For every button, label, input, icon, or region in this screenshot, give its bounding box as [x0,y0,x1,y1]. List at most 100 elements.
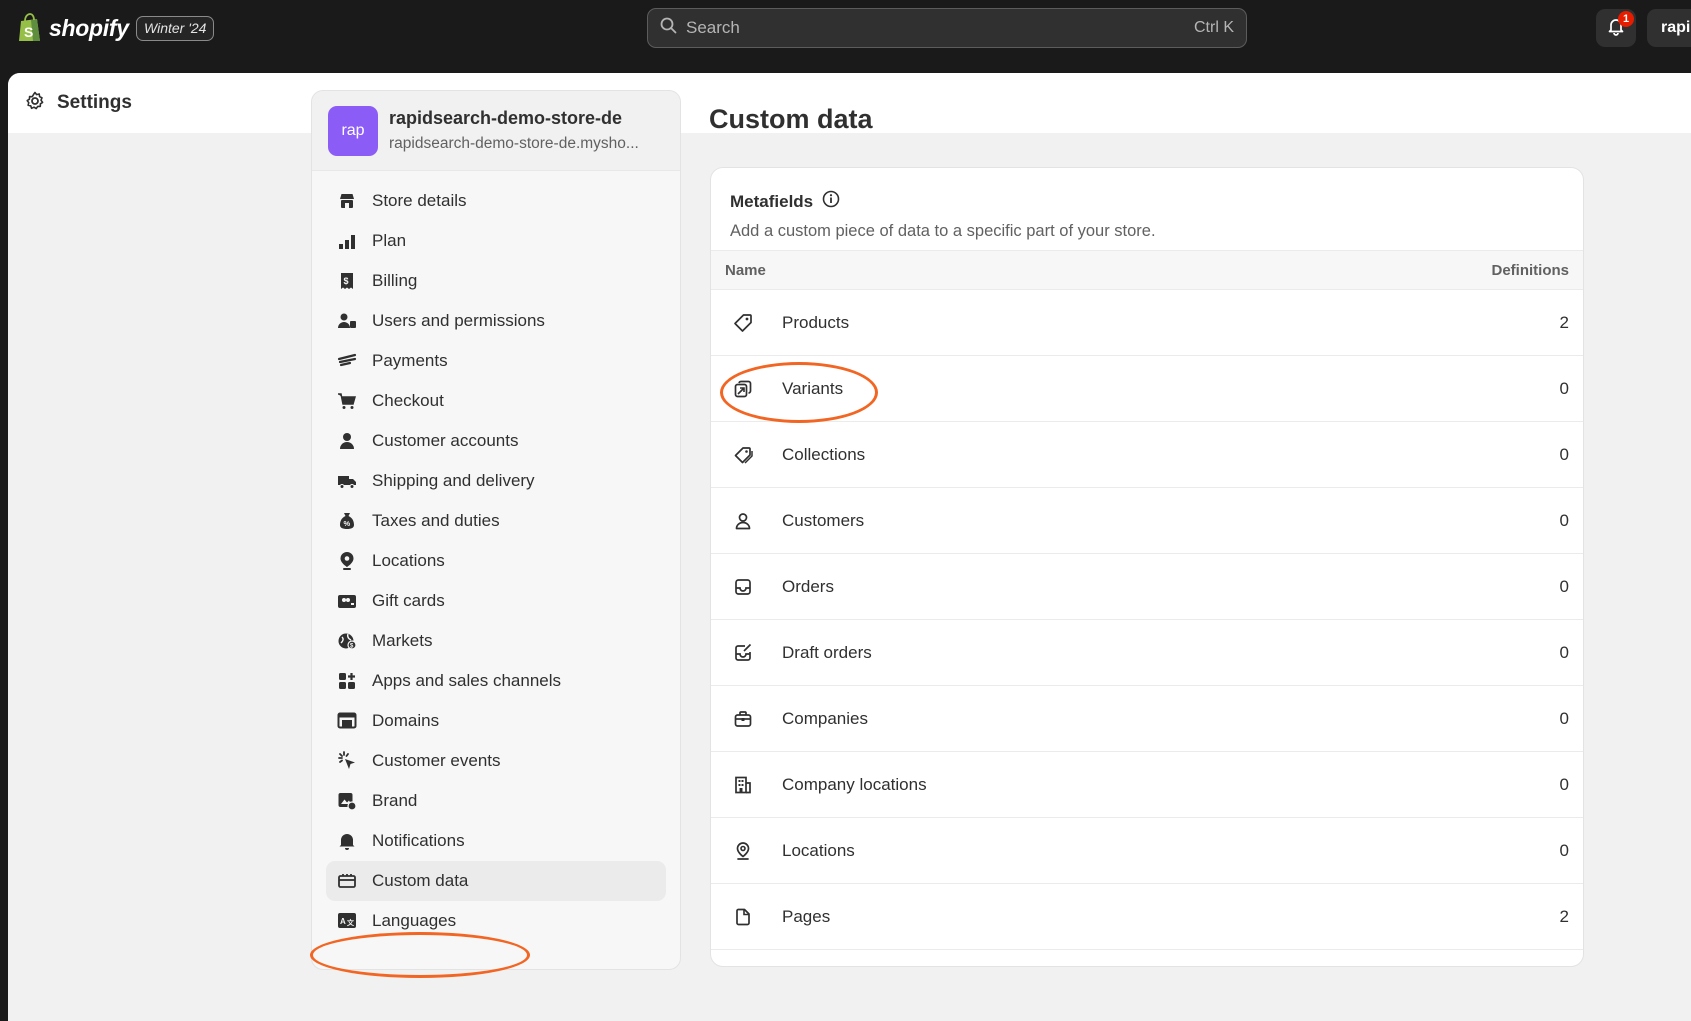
users-icon [336,310,358,332]
sidebar-item-domains[interactable]: Domains [326,701,666,741]
search-shortcut-hint: Ctrl K [1194,19,1234,36]
collection-icon [732,444,754,466]
column-header-definitions: Definitions [1491,261,1570,279]
metafield-row-variants[interactable]: Variants 0 [711,356,1583,422]
sidebar-item-markets[interactable]: $ Markets [326,621,666,661]
svg-text:文: 文 [347,918,355,927]
location-pin-icon [336,550,358,572]
tax-icon: % [336,510,358,532]
page-icon [732,906,754,928]
tag-icon [732,312,754,334]
sidebar-item-apps[interactable]: Apps and sales channels [326,661,666,701]
sidebar-item-shipping[interactable]: Shipping and delivery [326,461,666,501]
sidebar-item-checkout[interactable]: Checkout [326,381,666,421]
row-label: Products [782,312,850,332]
truck-icon [336,470,358,492]
metafield-row-draft-orders[interactable]: Draft orders 0 [711,620,1583,686]
row-count: 0 [1559,642,1569,662]
search-bar[interactable]: Ctrl K [647,8,1247,48]
row-label: Customers [782,510,865,530]
row-count: 2 [1559,312,1569,332]
metafield-row-collections[interactable]: Collections 0 [711,422,1583,488]
sidebar-item-locations[interactable]: Locations [326,541,666,581]
variant-icon [732,378,754,400]
metafield-row-pages[interactable]: Pages 2 [711,884,1583,950]
inbox-icon [732,576,754,598]
sidebar-item-label: Billing [372,271,418,290]
shopify-logo[interactable]: S shopify [17,13,129,43]
table-header: Name Definitions [711,250,1583,290]
brand-icon [336,790,358,812]
row-label: Collections [782,444,866,464]
store-icon [336,190,358,212]
sidebar-item-label: Custom data [372,871,469,890]
bell-icon [336,830,358,852]
metafield-row-locations[interactable]: Locations 0 [711,818,1583,884]
metafield-row-companies[interactable]: Companies 0 [711,686,1583,752]
row-count: 0 [1559,444,1569,464]
top-bar: S shopify Winter '24 Ctrl K 1 rapi [0,0,1691,62]
store-card[interactable]: rap rapidsearch-demo-store-de rapidsearc… [312,91,680,171]
sidebar-item-customer-events[interactable]: Customer events [326,741,666,781]
row-count: 0 [1559,576,1569,596]
sidebar-item-gift-cards[interactable]: Gift cards [326,581,666,621]
sidebar-item-brand[interactable]: Brand [326,781,666,821]
draft-order-icon [732,642,754,664]
sidebar-item-label: Domains [372,711,440,730]
cart-icon [336,390,358,412]
metafield-row-products[interactable]: Products 2 [711,290,1583,356]
sidebar-item-plan[interactable]: Plan [326,221,666,261]
svg-text:$: $ [344,276,349,286]
store-name: rapidsearch-demo-store-de [389,108,623,128]
plan-icon [336,230,358,252]
metafield-row-customers[interactable]: Customers 0 [711,488,1583,554]
sidebar-item-label: Taxes and duties [372,511,500,530]
custom-data-icon [336,870,358,892]
sidebar-item-languages[interactable]: A文 Languages [326,901,666,941]
user-menu-button[interactable]: rapi [1647,9,1691,47]
info-icon[interactable] [822,190,840,213]
svg-text:%: % [344,519,351,528]
metafields-subtitle: Add a custom piece of data to a specific… [730,222,1156,240]
row-count: 0 [1559,774,1569,794]
row-count: 2 [1559,906,1569,926]
row-label: Company locations [782,774,927,794]
sidebar-item-customer-accounts[interactable]: Customer accounts [326,421,666,461]
sidebar-item-payments[interactable]: Payments [326,341,666,381]
version-badge[interactable]: Winter '24 [136,16,215,41]
row-count: 0 [1559,378,1569,398]
metafield-row-orders[interactable]: Orders 0 [711,554,1583,620]
sidebar-item-label: Shipping and delivery [372,471,535,490]
notifications-button[interactable]: 1 [1596,9,1636,47]
sidebar-item-label: Customer events [372,751,501,770]
sidebar-item-label: Plan [372,231,407,250]
settings-sidebar: rap rapidsearch-demo-store-de rapidsearc… [311,90,681,970]
sidebar-item-notifications[interactable]: Notifications [326,821,666,861]
gift-card-icon [336,590,358,612]
store-avatar: rap [328,105,378,156]
page-title: Settings [57,92,132,113]
billing-icon: $ [336,270,358,292]
sidebar-item-billing[interactable]: $ Billing [326,261,666,301]
search-input[interactable] [686,18,1194,38]
settings-nav: Store details Plan $ Billing Users and p… [312,171,680,969]
row-count: 0 [1559,840,1569,860]
metafield-row-company-locations[interactable]: Company locations 0 [711,752,1583,818]
sidebar-item-store-details[interactable]: Store details [326,181,666,221]
row-label: Orders [782,576,834,596]
page-heading: Custom data [709,104,873,134]
sidebar-item-taxes[interactable]: % Taxes and duties [326,501,666,541]
metafields-card: Metafields Add a custom piece of data to… [710,167,1584,967]
sidebar-item-label: Locations [372,551,445,570]
sidebar-item-label: Store details [372,191,467,210]
sidebar-item-custom-data[interactable]: Custom data [326,861,666,901]
brand-wordmark: shopify [49,14,129,41]
language-icon: A文 [336,910,358,932]
location-pin-icon [732,840,754,862]
sidebar-item-label: Markets [372,631,433,650]
building-icon [732,774,754,796]
sidebar-item-users[interactable]: Users and permissions [326,301,666,341]
row-label: Pages [782,906,831,926]
row-count: 0 [1559,510,1569,530]
metafields-title: Metafields [730,191,814,211]
